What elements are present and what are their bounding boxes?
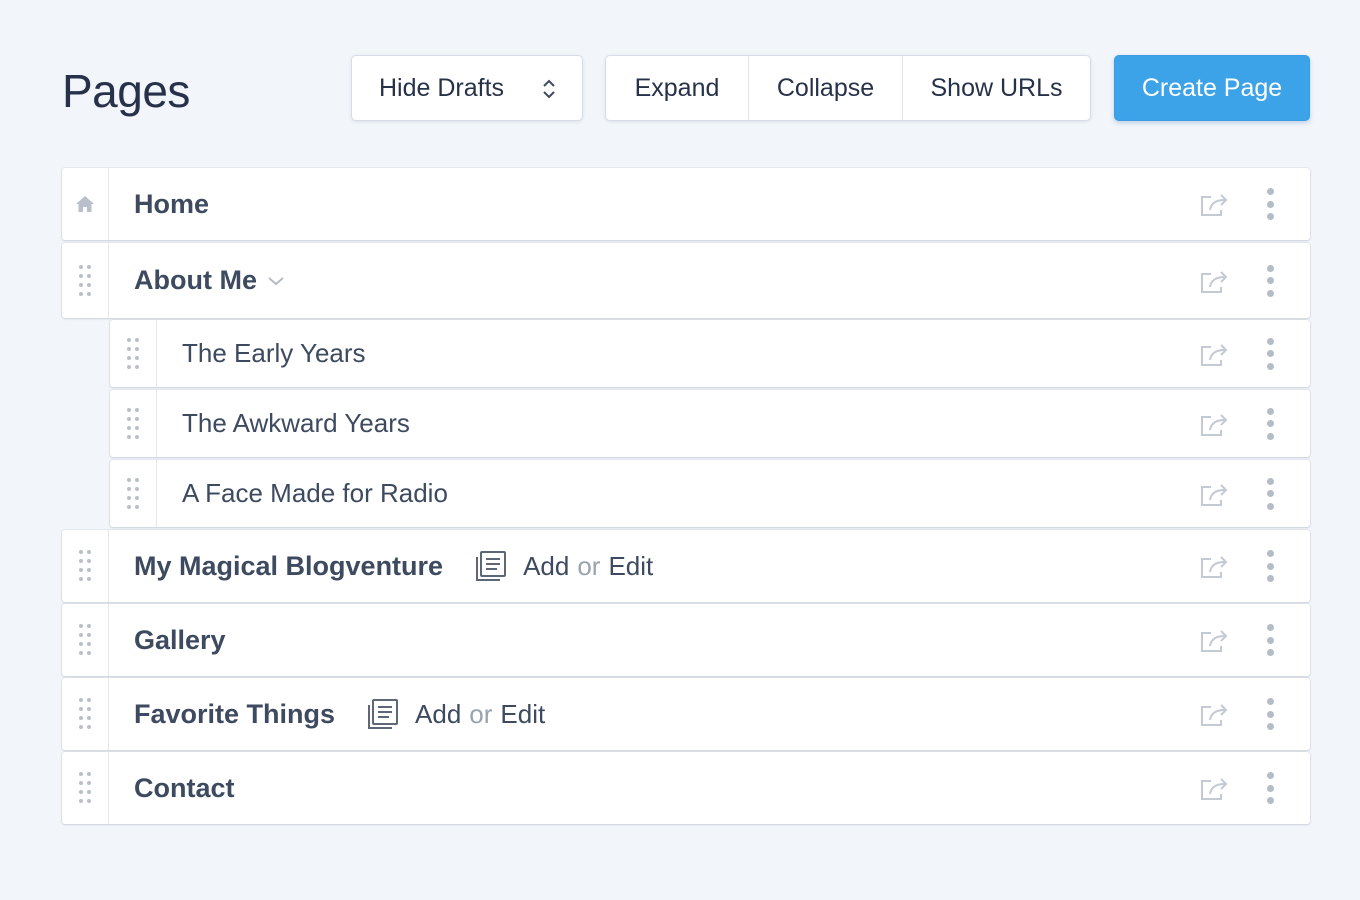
- drag-handle[interactable]: [110, 390, 157, 457]
- chevron-down-icon[interactable]: [267, 275, 285, 287]
- visit-page-icon[interactable]: [1199, 626, 1235, 654]
- drag-handle-icon: [79, 698, 91, 729]
- visit-page-icon[interactable]: [1199, 480, 1235, 508]
- entries-list-icon: [476, 551, 507, 581]
- visit-page-icon[interactable]: [1199, 410, 1235, 438]
- row-menu-icon[interactable]: [1265, 407, 1275, 440]
- drag-handle[interactable]: [62, 530, 109, 602]
- add-or-edit-entries: Add or Edit: [475, 550, 653, 582]
- page-row-early-years[interactable]: The Early Years: [110, 320, 1310, 387]
- row-menu-icon[interactable]: [1265, 337, 1275, 370]
- drag-handle[interactable]: [62, 604, 109, 676]
- collapse-button[interactable]: Collapse: [749, 56, 903, 120]
- page-title-home[interactable]: Home: [134, 189, 209, 220]
- drag-handle[interactable]: [62, 678, 109, 750]
- hide-drafts-select[interactable]: Hide Drafts: [351, 55, 583, 121]
- page-title: Pages: [62, 65, 190, 117]
- drag-handle[interactable]: [62, 752, 109, 824]
- up-down-arrows-icon: [543, 79, 555, 99]
- page-title-gallery[interactable]: Gallery: [134, 625, 226, 656]
- visit-page-icon[interactable]: [1199, 552, 1235, 580]
- page-title-face-made-for-radio[interactable]: A Face Made for Radio: [182, 478, 448, 509]
- or-separator: or: [469, 698, 493, 729]
- visit-page-icon[interactable]: [1199, 340, 1235, 368]
- drag-handle[interactable]: [110, 460, 157, 527]
- drag-handle-icon: [79, 772, 91, 803]
- drag-handle-icon: [127, 337, 139, 369]
- hide-drafts-label: Hide Drafts: [379, 73, 505, 102]
- drag-handle-icon: [127, 407, 139, 439]
- page-title-early-years[interactable]: The Early Years: [182, 338, 366, 369]
- page-row-home[interactable]: Home: [62, 168, 1310, 240]
- page-row-gallery[interactable]: Gallery: [62, 604, 1310, 676]
- add-entry-link[interactable]: Add: [523, 551, 569, 582]
- home-icon: [76, 196, 94, 212]
- create-page-button[interactable]: Create Page: [1114, 55, 1310, 121]
- row-menu-icon[interactable]: [1265, 772, 1275, 804]
- drag-handle-icon: [79, 624, 91, 655]
- add-entry-link[interactable]: Add: [415, 699, 461, 730]
- visit-page-icon[interactable]: [1199, 774, 1235, 802]
- edit-entries-link[interactable]: Edit: [608, 551, 653, 582]
- page-title-awkward-years[interactable]: The Awkward Years: [182, 408, 410, 439]
- or-separator: or: [577, 550, 601, 581]
- visit-page-icon[interactable]: [1199, 267, 1235, 295]
- edit-entries-link[interactable]: Edit: [500, 699, 545, 730]
- entries-list-icon: [368, 699, 399, 729]
- row-menu-icon[interactable]: [1265, 698, 1275, 730]
- row-menu-icon[interactable]: [1265, 477, 1275, 510]
- home-handle: [62, 168, 109, 240]
- page-row-contact[interactable]: Contact: [62, 752, 1310, 824]
- page-title-contact[interactable]: Contact: [134, 773, 235, 804]
- drag-handle[interactable]: [110, 320, 157, 387]
- page-row-awkward-years[interactable]: The Awkward Years: [110, 390, 1310, 457]
- page-title-about-me-text: About Me: [134, 265, 257, 295]
- row-menu-icon[interactable]: [1265, 264, 1275, 297]
- page-row-face-made-for-radio[interactable]: A Face Made for Radio: [110, 460, 1310, 527]
- page-title-favorite-things[interactable]: Favorite Things: [134, 699, 335, 730]
- page-row-about-me[interactable]: About Me: [62, 243, 1310, 318]
- visit-page-icon[interactable]: [1199, 700, 1235, 728]
- row-menu-icon[interactable]: [1265, 624, 1275, 656]
- page-title-blogventure[interactable]: My Magical Blogventure: [134, 551, 443, 582]
- drag-handle[interactable]: [62, 243, 109, 318]
- row-menu-icon[interactable]: [1265, 188, 1275, 220]
- drag-handle-icon: [79, 550, 91, 581]
- drag-handle-icon: [79, 264, 91, 296]
- page-row-blogventure[interactable]: My Magical Blogventure Add or Edit: [62, 530, 1310, 602]
- view-button-group: Expand Collapse Show URLs: [605, 55, 1091, 121]
- expand-button[interactable]: Expand: [606, 56, 749, 120]
- drag-handle-icon: [127, 477, 139, 509]
- visit-page-icon[interactable]: [1199, 190, 1235, 218]
- page-title-about-me[interactable]: About Me: [134, 265, 285, 296]
- add-or-edit-entries: Add or Edit: [367, 698, 545, 730]
- row-menu-icon[interactable]: [1265, 550, 1275, 582]
- show-urls-button[interactable]: Show URLs: [903, 56, 1090, 120]
- page-row-favorite-things[interactable]: Favorite Things Add or Edit: [62, 678, 1310, 750]
